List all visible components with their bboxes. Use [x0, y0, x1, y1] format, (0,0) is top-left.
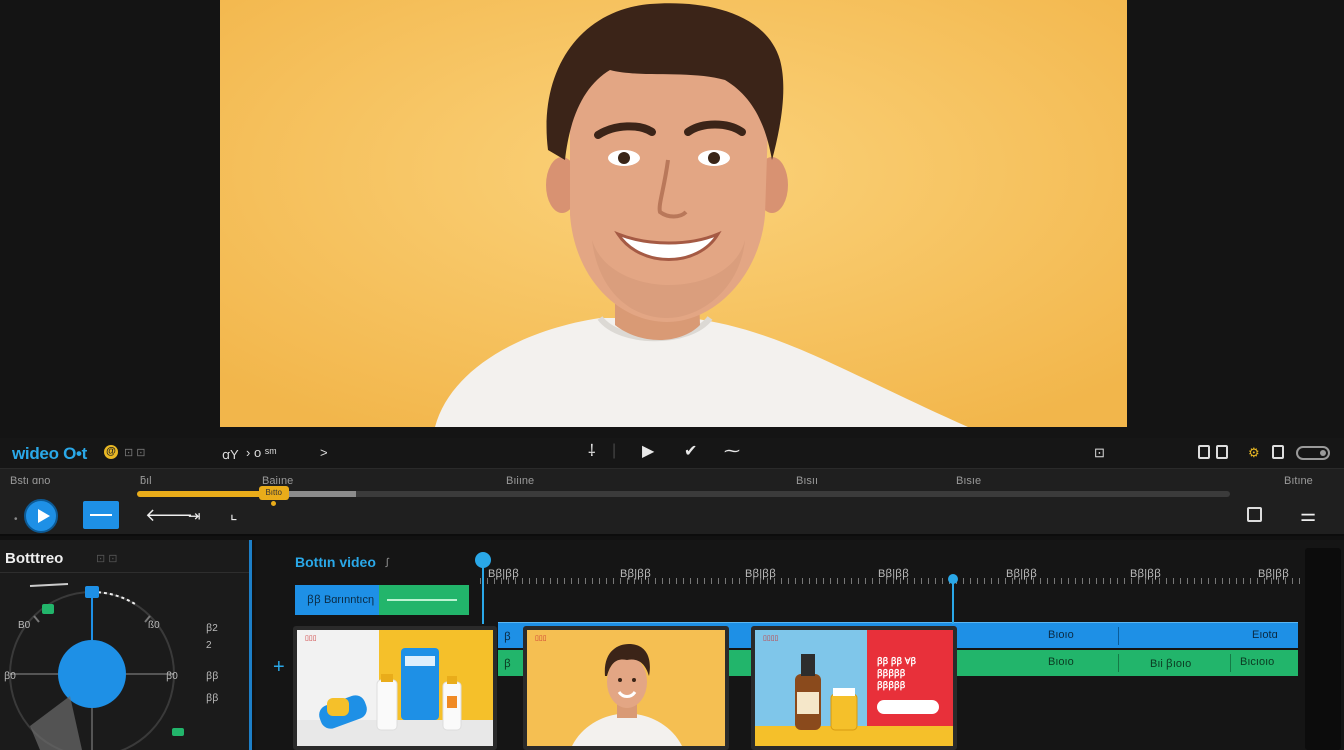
products-image [297, 630, 493, 746]
track-separator [1118, 627, 1119, 645]
track-handle: ꞵ [504, 631, 511, 643]
crop-icon[interactable]: ⌞ [230, 505, 238, 525]
scrub-ruler: Bstı ɑno ƃıl Baiıne Bıiıne Bısıı Bısıe B… [0, 468, 1344, 536]
ruler-label: Bısıe [956, 475, 982, 487]
dial-label: 2 [206, 640, 212, 651]
dial-label: ꞵ0 [4, 671, 16, 682]
preview-image [220, 0, 1127, 427]
properties-panel: Botttreo ⊡ ⊡ B0 ß0 ꞵ2 2 ꞵ0 ꞵ0 ꞵꞵ ꞵꞵ [0, 540, 252, 750]
brand-extra: ⊡ ⊡ [124, 447, 146, 459]
panel-icon[interactable] [1272, 445, 1284, 459]
clip-thumbnail-person[interactable]: ▯▯▯ [523, 626, 729, 750]
ad-image [755, 630, 953, 746]
divider [0, 572, 249, 573]
window-icon-2[interactable] [1216, 445, 1228, 459]
track-label: Eıotɑ [1252, 629, 1278, 641]
video-preview[interactable] [220, 0, 1127, 427]
panel-title-extra: ⊡ ⊡ [96, 553, 118, 565]
fullscreen-icon[interactable] [1247, 507, 1262, 522]
thumb-tag: ▯▯▯ [535, 635, 547, 642]
timeline-ticks [480, 578, 1300, 584]
track-label: Bıoıo [1048, 629, 1074, 641]
cut-icon[interactable]: ⸸ [588, 443, 596, 461]
transport-label-b[interactable]: › ο ˢᵐ [246, 445, 277, 460]
scrub-handle[interactable]: Bıtto [258, 486, 289, 500]
trim-tool-button[interactable] [83, 501, 119, 529]
thumb-tag: ▯▯▯▯ [763, 635, 779, 642]
window-icon[interactable] [1198, 445, 1210, 459]
wave-icon[interactable]: ⁓ [724, 443, 740, 461]
check-icon[interactable]: ✔ [684, 443, 697, 461]
timeline-title: Bottın video [295, 554, 376, 570]
timeline-marker[interactable] [952, 578, 954, 624]
timeline-scrollbar[interactable] [1305, 548, 1341, 750]
toggle-switch[interactable] [1296, 446, 1330, 460]
timeline-title-extra: ꭍ [385, 556, 390, 570]
dial-label: ꞵꞵ [206, 671, 219, 682]
preview-area [0, 0, 1344, 438]
back-arrow-icon[interactable]: 🡐 [145, 505, 193, 525]
thumb-tag: ▯▯▯ [305, 635, 317, 642]
ruler-label: ƃıl [140, 475, 152, 487]
track-separator [1118, 654, 1119, 672]
adjust-icon[interactable]: ⚌ [1300, 505, 1316, 525]
clip-thumbnail-products[interactable]: ▯▯▯ [293, 626, 497, 750]
timeline-ruler[interactable]: Bꞵ|ꞵꞵ Bꞵ|ꞵꞵ Bꞵ|ꞵꞵ Bꞵ|ꞵꞵ Bꞵ|ꞵꞵ Bꞵ|ꞵꞵ Bꞵ|ꞵ… [480, 562, 1300, 584]
ad-text: ꞵꞵꞵꞵꞵ [877, 680, 906, 690]
transport-label-a[interactable]: ꭤΥ [222, 445, 239, 463]
scrub-marker [270, 501, 276, 506]
play-button[interactable] [24, 499, 58, 533]
add-track-icon[interactable]: + [273, 656, 285, 679]
collapse-icon[interactable]: • [14, 514, 18, 525]
ruler-label: Bıiıne [506, 475, 535, 487]
dial-label: ꞵ2 [206, 623, 218, 634]
track-label: Bıi ꞵıoıo [1150, 658, 1192, 670]
dial-label: B0 [18, 620, 31, 631]
ruler-label: Bısıı [796, 475, 819, 487]
timeline-panel: Bottın video ꭍ Bꞵ|ꞵꞵ Bꞵ|ꞵꞵ Bꞵ|ꞵꞵ Bꞵ|ꞵꞵ B… [255, 540, 1344, 750]
playhead[interactable] [482, 562, 484, 624]
person-image [527, 630, 725, 746]
dial-label: ꞵ0 [166, 671, 178, 682]
scrub-track[interactable]: Bıtto [137, 486, 1230, 506]
track-separator [1230, 654, 1231, 672]
track-handle: ꞵ [504, 658, 511, 670]
brand-badge: @ [104, 445, 118, 459]
audio-clip[interactable] [379, 585, 469, 615]
scrub-progress [137, 491, 263, 497]
transport-right-a[interactable]: ⊡ [1094, 445, 1105, 461]
transport-bar: wideo O•t @ ⊡ ⊡ ꭤΥ › ο ˢᵐ > ⸸ | ▶ ✔ ⁓ ⊡ … [0, 438, 1344, 468]
settings-icon[interactable]: ⚙ [1248, 445, 1260, 461]
divider: | [612, 442, 617, 459]
ripple-icon[interactable]: ⇥ [188, 507, 201, 527]
track-label: Bıcıoıo [1240, 656, 1275, 668]
ruler-label: Bıtıne [1284, 475, 1313, 487]
dial-label: ß0 [148, 620, 160, 631]
text-clip[interactable]: ꞵꞵ Bɑrınntıcη [295, 585, 379, 615]
rotation-dial[interactable] [0, 576, 252, 750]
clip-thumbnail-ad[interactable]: ▯▯▯▯ ꞵꞵ ꞵꞵ Ɐꞵ ꞵꞵꞵꞵꞵ ꞵꞵꞵꞵꞵ [751, 626, 957, 750]
panel-title: Botttreo [5, 550, 64, 567]
play-icon[interactable]: ▶ [642, 443, 654, 461]
transport-label-c[interactable]: > [320, 445, 328, 460]
track-label: Bıoıo [1048, 656, 1074, 668]
ruler-label: Bstı ɑno [10, 475, 51, 487]
app-logo: wideo O•t [12, 444, 88, 463]
dial-label: ꞵꞵ [206, 693, 219, 704]
